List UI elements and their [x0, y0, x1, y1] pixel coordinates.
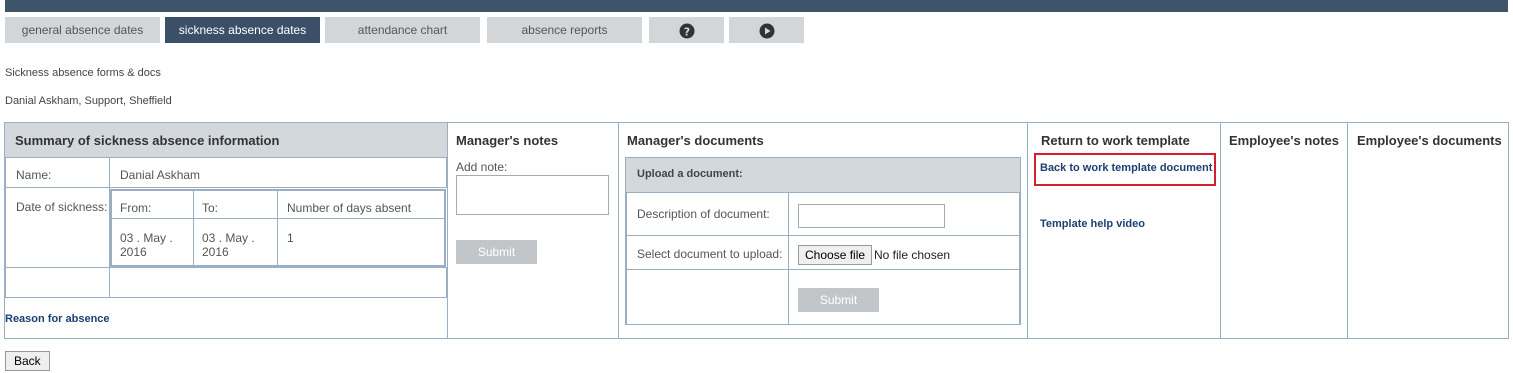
tab-attendance-chart[interactable]: attendance chart	[325, 17, 480, 43]
back-to-work-template-link[interactable]: Back to work template document	[1040, 162, 1212, 174]
from-value: 03 . May . 2016	[111, 218, 194, 266]
divider	[1220, 122, 1221, 339]
description-label: Description of document:	[626, 192, 789, 236]
upload-title: Upload a document:	[637, 168, 743, 180]
divider	[618, 122, 619, 339]
days-absent-label: Number of days absent	[277, 189, 445, 219]
choose-file-button[interactable]: Choose file	[798, 245, 873, 265]
reason-for-absence-link[interactable]: Reason for absence	[5, 313, 110, 325]
description-input[interactable]	[798, 204, 945, 228]
video-tab[interactable]	[729, 17, 804, 43]
document-submit-button[interactable]: Submit	[798, 288, 879, 312]
name-value: Danial Askham	[109, 157, 447, 188]
tab-sickness-absence-dates[interactable]: sickness absence dates	[165, 17, 320, 43]
tab-absence-reports[interactable]: absence reports	[487, 17, 642, 43]
manager-documents-title: Manager's documents	[627, 133, 764, 148]
svg-text:?: ?	[683, 25, 689, 38]
top-bar	[5, 0, 1508, 12]
notes-submit-button[interactable]: Submit	[456, 240, 537, 264]
summary-title: Summary of sickness absence information	[15, 133, 280, 148]
divider	[447, 122, 448, 339]
empty-cell	[626, 269, 789, 325]
template-help-video-link[interactable]: Template help video	[1040, 218, 1145, 230]
empty-cell	[109, 267, 447, 298]
select-document-label: Select document to upload:	[626, 235, 789, 270]
page-subtitle: Sickness absence forms & docs	[5, 67, 161, 79]
divider	[1027, 122, 1028, 339]
employee-documents-title: Employee's documents	[1357, 133, 1502, 148]
tab-general-absence-dates[interactable]: general absence dates	[5, 17, 160, 43]
manager-notes-title: Manager's notes	[456, 133, 559, 148]
name-label: Name:	[5, 157, 110, 188]
back-button[interactable]: Back	[5, 351, 50, 371]
help-tab[interactable]: ?	[649, 17, 724, 43]
date-of-sickness-label: Date of sickness:	[5, 187, 110, 268]
from-label: From:	[111, 189, 194, 219]
employee-notes-title: Employee's notes	[1229, 133, 1340, 148]
to-value: 03 . May . 2016	[193, 218, 278, 266]
days-absent-value: 1	[277, 218, 445, 266]
divider	[1347, 122, 1348, 339]
empty-cell	[5, 267, 110, 298]
note-textarea[interactable]	[456, 175, 609, 215]
play-circle-icon	[759, 23, 774, 39]
to-label: To:	[193, 189, 278, 219]
return-to-work-title: Return to work template	[1041, 133, 1190, 148]
add-note-label: Add note:	[456, 160, 508, 174]
question-circle-icon: ?	[679, 23, 694, 39]
employee-info: Danial Askham, Support, Sheffield	[5, 95, 172, 107]
no-file-text: No file chosen	[874, 248, 951, 262]
